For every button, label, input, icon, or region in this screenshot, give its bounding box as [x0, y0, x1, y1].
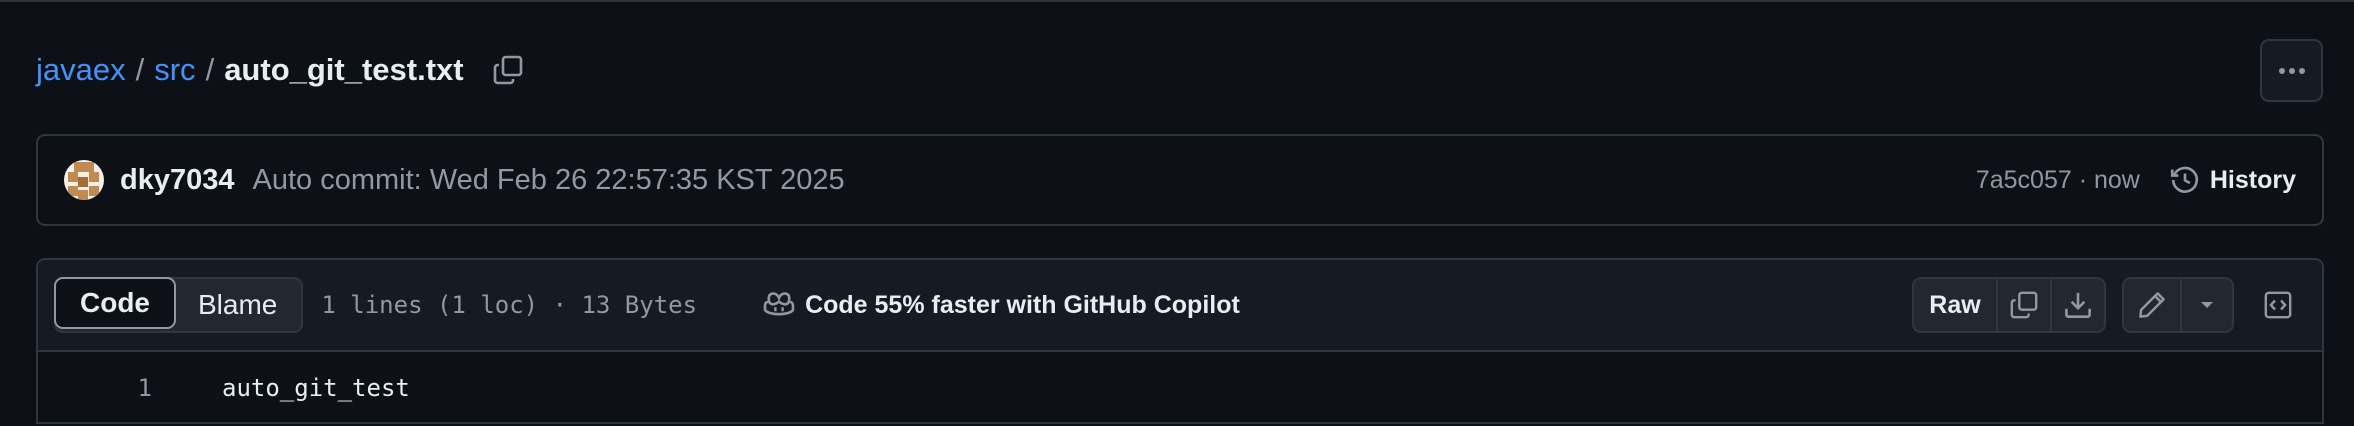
tab-blame[interactable]: Blame [174, 279, 301, 331]
line-number[interactable]: 1 [38, 374, 152, 402]
history-button[interactable]: History [2170, 165, 2296, 195]
more-options-button[interactable] [2260, 39, 2323, 102]
raw-copy-download-group: Raw [1912, 277, 2106, 333]
file-actions: Raw [1912, 277, 2306, 333]
tab-code[interactable]: Code [54, 277, 176, 329]
pencil-icon [2139, 292, 2165, 318]
view-toggle: Code Blame [54, 277, 304, 333]
code-line-text[interactable]: auto_git_test [222, 374, 410, 402]
copilot-icon [763, 292, 795, 316]
history-label: History [2209, 165, 2296, 194]
edit-dropdown-button[interactable] [2180, 279, 2232, 331]
code-square-icon [2264, 291, 2292, 319]
copy-path-button[interactable] [488, 50, 528, 90]
latest-commit-box: dky7034 Auto commit: Wed Feb 26 22:57:35… [36, 134, 2324, 226]
file-box: Code Blame 1 lines (1 loc) · 13 Bytes Co… [36, 258, 2324, 424]
copilot-promo-link[interactable]: Code 55% faster with GitHub Copilot [763, 290, 1240, 320]
edit-group [2122, 277, 2234, 333]
download-icon [2065, 292, 2091, 318]
download-button[interactable] [2050, 279, 2104, 331]
triangle-down-icon [2201, 302, 2213, 308]
avatar[interactable] [64, 160, 104, 200]
breadcrumb-separator: / [135, 52, 145, 87]
file-header: Code Blame 1 lines (1 loc) · 13 Bytes Co… [38, 260, 2322, 352]
edit-file-button[interactable] [2124, 279, 2180, 331]
copy-icon [2010, 291, 2038, 319]
copilot-promo-text: Code 55% faster with GitHub Copilot [805, 290, 1240, 319]
kebab-horizontal-icon [2278, 67, 2305, 74]
breadcrumb-repo-link[interactable]: javaex [36, 52, 126, 88]
file-info: 1 lines (1 loc) · 13 Bytes [321, 291, 698, 319]
symbols-panel-button[interactable] [2250, 277, 2306, 333]
commit-author[interactable]: dky7034 [120, 164, 235, 197]
breadcrumb-folder-link[interactable]: src [154, 52, 195, 88]
file-view-page: javaex / src / auto_git_test.txt dky7034 [0, 0, 2354, 426]
raw-button[interactable]: Raw [1914, 279, 1996, 331]
breadcrumb-file-name: auto_git_test.txt [224, 52, 464, 87]
commit-hash-time[interactable]: 7a5c057 · now [1976, 166, 2140, 195]
breadcrumb: javaex / src / auto_git_test.txt [36, 50, 528, 90]
copy-raw-button[interactable] [1996, 279, 2050, 331]
code-line: 1 auto_git_test [38, 352, 2322, 422]
history-icon [2170, 166, 2198, 193]
copy-icon [493, 55, 522, 85]
breadcrumb-separator: / [205, 52, 215, 87]
commit-message[interactable]: Auto commit: Wed Feb 26 22:57:35 KST 202… [253, 164, 845, 197]
